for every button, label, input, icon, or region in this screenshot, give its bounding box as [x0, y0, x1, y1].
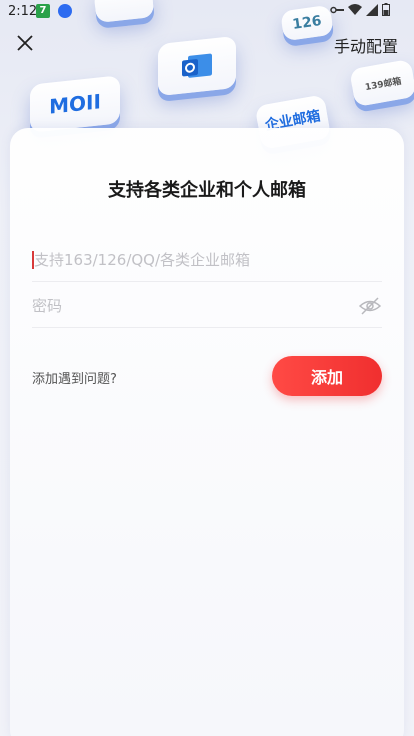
wifi-icon	[348, 3, 362, 15]
status-icons	[330, 3, 390, 16]
close-button[interactable]	[10, 28, 40, 58]
add-mailbox-card: 支持各类企业和个人邮箱 添加遇到问题? 添加	[10, 128, 404, 736]
eye-hidden-icon[interactable]	[358, 294, 382, 318]
key-icon	[330, 6, 344, 13]
top-bar: 手动配置	[0, 24, 414, 64]
close-icon	[17, 35, 33, 51]
notification-icon	[58, 4, 72, 18]
password-input[interactable]	[32, 284, 382, 328]
text-caret	[32, 251, 34, 269]
signal-icon	[366, 3, 378, 16]
password-field-row	[32, 284, 382, 328]
add-problem-link[interactable]: 添加遇到问题?	[32, 368, 117, 387]
app-notification-badge: 7	[36, 4, 50, 18]
manual-config-button[interactable]: 手动配置	[334, 33, 398, 57]
email-input[interactable]	[32, 238, 382, 282]
mail-logo-tile: MOII	[30, 75, 120, 133]
status-bar: 2:12 7	[0, 0, 414, 24]
email-field-row	[32, 238, 382, 282]
status-time: 2:12	[8, 4, 38, 19]
add-button[interactable]: 添加	[272, 356, 382, 396]
battery-icon	[382, 3, 390, 16]
page-title: 支持各类企业和个人邮箱	[108, 180, 306, 201]
